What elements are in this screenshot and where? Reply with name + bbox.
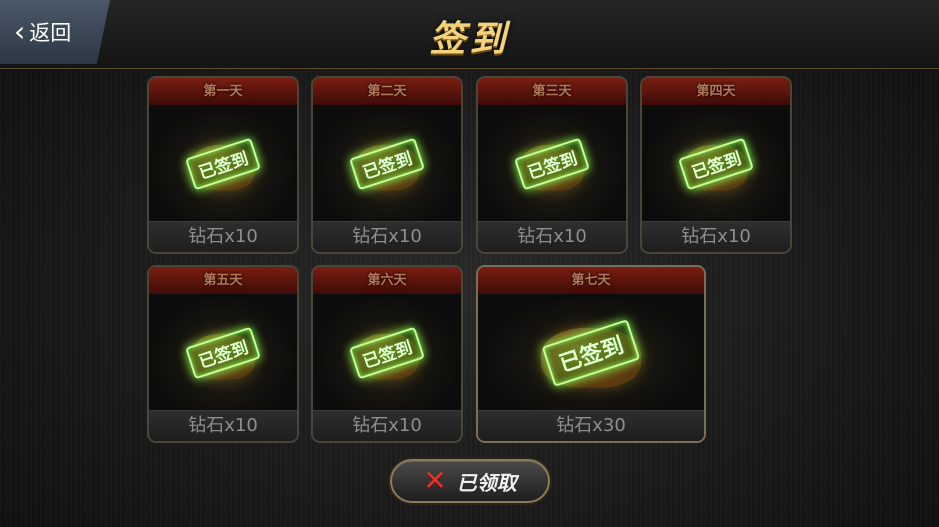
reward-amount: 钻石x30 [478,410,704,441]
day-label: 第七天 [478,267,704,295]
reward-art: 已签到 [478,294,704,411]
reward-amount: 钻石x10 [149,221,297,252]
day-card-2[interactable]: 第二天 已签到 钻石x10 [311,76,463,254]
day-card-7[interactable]: 第七天 已签到 钻石x30 [476,265,706,443]
reward-art: 已签到 [478,105,626,222]
reward-art: 已签到 [149,294,297,411]
day-card-3[interactable]: 第三天 已签到 钻石x10 [476,76,628,254]
day-card-1[interactable]: 第一天 已签到 钻石x10 [147,76,299,254]
day-label: 第一天 [149,78,297,106]
close-x-icon: ✕ [423,464,447,497]
claimed-label: 已领取 [456,470,517,495]
reward-art: 已签到 [313,105,461,222]
day-label: 第五天 [149,267,297,295]
reward-art: 已签到 [313,294,461,411]
day-card-5[interactable]: 第五天 已签到 钻石x10 [147,265,299,443]
day-card-6[interactable]: 第六天 已签到 钻石x10 [311,265,463,443]
day-card-4[interactable]: 第四天 已签到 钻石x10 [640,76,792,254]
day-label: 第四天 [642,78,790,106]
top-bar: ‹ 返回 签到 [0,0,939,69]
page-title: 签到 [429,19,510,60]
reward-amount: 钻石x10 [313,221,461,252]
reward-amount: 钻石x10 [478,221,626,252]
reward-amount: 钻石x10 [642,221,790,252]
reward-amount: 钻石x10 [149,410,297,441]
day-label: 第三天 [478,78,626,106]
reward-amount: 钻石x10 [313,410,461,441]
day-label: 第六天 [313,267,461,295]
reward-art: 已签到 [642,105,790,222]
claimed-button[interactable]: ✕ 已领取 [390,459,550,503]
background [0,0,939,527]
reward-art: 已签到 [149,105,297,222]
day-label: 第二天 [313,78,461,106]
